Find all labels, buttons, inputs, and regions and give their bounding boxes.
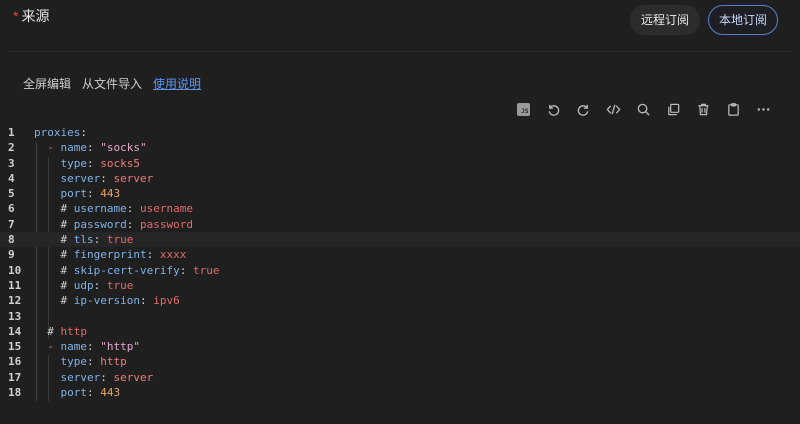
- code-line: 18 port: 443: [8, 386, 121, 400]
- line-number: 2: [8, 141, 15, 155]
- code-line: 12 # ip-version: ipv6: [8, 294, 180, 308]
- editor-toolbar: JS: [508, 100, 778, 118]
- source-label: * 来源: [13, 6, 49, 26]
- line-number: 18: [8, 386, 22, 400]
- js-icon[interactable]: JS: [508, 100, 538, 118]
- line-number: 6: [8, 202, 15, 216]
- line-number: 12: [8, 294, 22, 308]
- line-number: 14: [8, 324, 22, 338]
- line-number: 7: [8, 217, 15, 231]
- code-line: 13: [0, 309, 800, 324]
- code-line: 5 port: 443: [8, 187, 121, 201]
- code-line: 14 # http: [8, 324, 87, 338]
- line-number: 15: [8, 340, 22, 354]
- code-line-active: 8 # tls: true: [0, 232, 800, 248]
- line-number: 3: [8, 156, 15, 170]
- code-line: 6 # username: username: [8, 202, 193, 216]
- code-line: 4 server: server: [8, 171, 154, 185]
- import-file-link[interactable]: 从文件导入: [82, 75, 142, 92]
- line-number: 4: [8, 171, 15, 185]
- code-line: 10 # skip-cert-verify: true: [8, 263, 220, 277]
- line-number: 16: [8, 355, 22, 369]
- line-number: 10: [8, 263, 22, 277]
- line-number: 5: [8, 187, 15, 201]
- code-line: 7 # password: password: [8, 217, 193, 231]
- code-line: 11 # udp: true: [8, 278, 134, 292]
- search-icon[interactable]: [628, 100, 658, 118]
- subscription-type-toggle: 远程订阅 本地订阅: [629, 5, 778, 35]
- required-mark: *: [13, 8, 19, 24]
- remote-subscription-button[interactable]: 远程订阅: [629, 5, 700, 35]
- line-number: 9: [8, 248, 15, 262]
- line-number: 8: [8, 233, 15, 247]
- line-number: 17: [8, 370, 22, 384]
- more-icon[interactable]: [748, 100, 778, 118]
- line-number: 13: [8, 309, 22, 323]
- code-line: 1 proxies:: [8, 126, 87, 139]
- code-line: 15 - name: "http": [8, 340, 140, 354]
- local-subscription-button[interactable]: 本地订阅: [707, 5, 778, 35]
- code-line: 16 type: http: [8, 355, 127, 369]
- source-label-text: 来源: [21, 8, 50, 24]
- fullscreen-edit-link[interactable]: 全屏编辑: [23, 75, 71, 92]
- line-number: 11: [8, 278, 22, 292]
- help-link[interactable]: 使用说明: [153, 75, 201, 92]
- undo-icon[interactable]: [538, 100, 568, 118]
- editor-links: 全屏编辑 从文件导入 使用说明: [23, 75, 201, 92]
- code-line: 2 - name: "socks": [8, 141, 147, 155]
- line-number: 1: [8, 126, 15, 139]
- trash-icon[interactable]: [688, 100, 718, 118]
- copy-icon[interactable]: [658, 100, 688, 118]
- code-icon[interactable]: [598, 100, 628, 118]
- code-line: 17 server: server: [8, 370, 154, 384]
- code-line: 3 type: socks5: [8, 156, 140, 170]
- redo-icon[interactable]: [568, 100, 598, 118]
- code-line: 9 # fingerprint: xxxx: [8, 248, 187, 262]
- source-header: * 来源 远程订阅 本地订阅: [0, 0, 800, 52]
- header-divider: [10, 51, 790, 52]
- clipboard-icon[interactable]: [718, 100, 748, 118]
- yaml-editor[interactable]: 1 proxies: 2 - name: "socks" 3 type: sock…: [0, 125, 800, 410]
